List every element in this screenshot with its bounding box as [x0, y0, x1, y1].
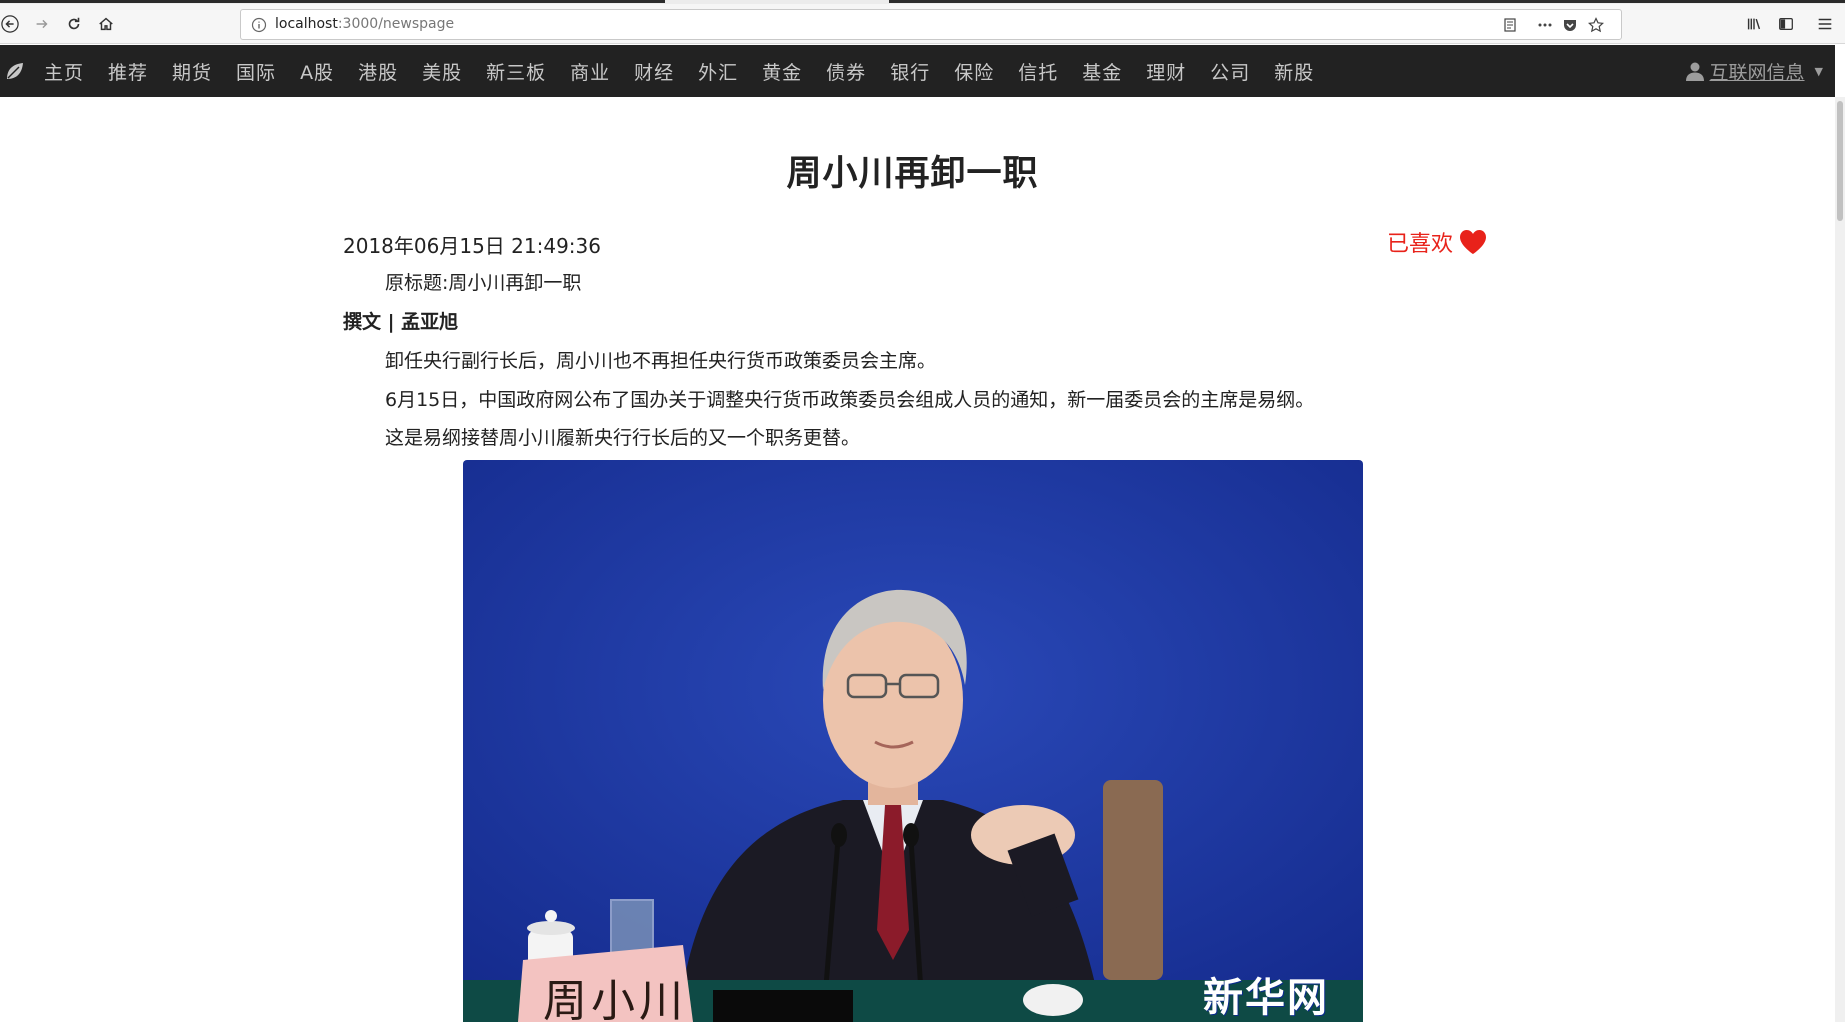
nav-item[interactable]: 银行 [878, 45, 942, 97]
browser-toolbar: localhost:3000/newspage [0, 4, 1845, 44]
nav-item[interactable]: 信托 [1006, 45, 1070, 97]
reader-view-icon [1504, 18, 1516, 32]
sidebar-icon [1779, 17, 1793, 31]
library-button[interactable] [1738, 8, 1770, 40]
nav-menu: 主页 推荐 期货 国际 A股 港股 美股 新三板 商业 财经 外汇 黄金 债券 银行 保险 信托 基金 理财 公司新… [32, 45, 1326, 97]
like-label: 已喜欢 [1387, 232, 1454, 257]
like-button[interactable]: 已喜欢 [1387, 226, 1487, 258]
scrollbar-thumb[interactable] [1837, 101, 1843, 221]
more-dots-icon [1538, 23, 1552, 27]
back-arrow-icon [1, 15, 19, 33]
user-menu-label: 互联网信息 [1709, 61, 1805, 84]
paragraph: 卸任央行副行长后，周小川也不再担任央行货币政策委员会主席。 [385, 350, 937, 372]
user-icon [1685, 62, 1704, 81]
home-icon [99, 17, 113, 31]
chevron-down-icon: ▼ [1814, 64, 1823, 78]
heart-icon [1460, 230, 1487, 254]
bookmark-star-button[interactable] [1586, 15, 1606, 35]
article-datetime: 2018年06月15日 21:49:36 [343, 234, 601, 258]
home-button[interactable] [90, 8, 122, 40]
user-menu[interactable]: 互联网信息 ▼ [1684, 45, 1823, 97]
page-actions-button[interactable] [1535, 15, 1555, 35]
nav-item[interactable]: 黄金 [750, 45, 814, 97]
url-bar[interactable]: localhost:3000/newspage [240, 9, 1622, 40]
author-line: 撰文 | 孟亚旭 [343, 311, 459, 333]
forward-button[interactable] [26, 8, 58, 40]
nav-item[interactable]: 推荐 [96, 45, 160, 97]
nav-item[interactable]: 美股 [410, 45, 474, 97]
nav-item[interactable]: 基金 [1070, 45, 1134, 97]
xinhua-watermark: 新华网 [1203, 974, 1329, 1021]
reload-icon [68, 17, 80, 30]
star-icon [1588, 17, 1604, 33]
nav-item[interactable]: 公司 [1198, 45, 1262, 97]
forward-arrow-icon [36, 19, 48, 29]
sidebar-button[interactable] [1770, 8, 1802, 40]
menu-button[interactable] [1809, 8, 1841, 40]
original-title: 原标题:周小川再卸一职 [385, 272, 582, 294]
page-scrollbar[interactable] [1835, 97, 1845, 1022]
nav-item[interactable]: 期货 [160, 45, 224, 97]
nav-item[interactable]: 港股 [346, 45, 410, 97]
reader-view-button[interactable] [1500, 15, 1520, 35]
nav-item[interactable]: 财经 [622, 45, 686, 97]
leaf-logo-icon[interactable] [4, 60, 26, 82]
nav-item[interactable]: 新股 [1262, 45, 1326, 97]
nav-item[interactable]: 债券 [814, 45, 878, 97]
site-navbar: 主页 推荐 期货 国际 A股 港股 美股 新三板 商业 财经 外汇 黄金 债券 银行 保险 信托 基金 理财 公司新… [0, 45, 1835, 97]
nav-item[interactable]: 主页 [32, 45, 96, 97]
info-icon[interactable] [251, 17, 267, 33]
photo-illustration [463, 460, 1363, 1022]
nav-item[interactable]: 商业 [558, 45, 622, 97]
tab-strip-left [0, 0, 665, 3]
article-photo: 周小川 新华网 [463, 460, 1363, 1022]
nav-item[interactable]: 保险 [942, 45, 1006, 97]
library-icon [1747, 18, 1761, 30]
pocket-button[interactable] [1560, 15, 1580, 35]
hamburger-menu-icon [1818, 18, 1832, 30]
paragraph: 这是易纲接替周小川履新央行行长后的又一个职务更替。 [385, 427, 861, 449]
url-text[interactable]: localhost:3000/newspage [275, 16, 454, 32]
nameplate-text: 周小川 [543, 976, 687, 1022]
pocket-icon [1564, 20, 1576, 31]
nav-item[interactable]: 外汇 [686, 45, 750, 97]
nav-item[interactable]: 理财 [1134, 45, 1198, 97]
back-button[interactable] [0, 8, 26, 40]
reload-button[interactable] [58, 8, 90, 40]
nav-item[interactable]: A股 [288, 45, 346, 97]
nav-item[interactable]: 新三板 [474, 45, 558, 97]
paragraph: 6月15日，中国政府网公布了国办关于调整央行货币政策委员会组成人员的通知，新一届… [385, 389, 1315, 411]
nav-item[interactable]: 国际 [224, 45, 288, 97]
article-title: 周小川再卸一职 [786, 154, 1039, 194]
tab-strip-right [889, 0, 1845, 3]
